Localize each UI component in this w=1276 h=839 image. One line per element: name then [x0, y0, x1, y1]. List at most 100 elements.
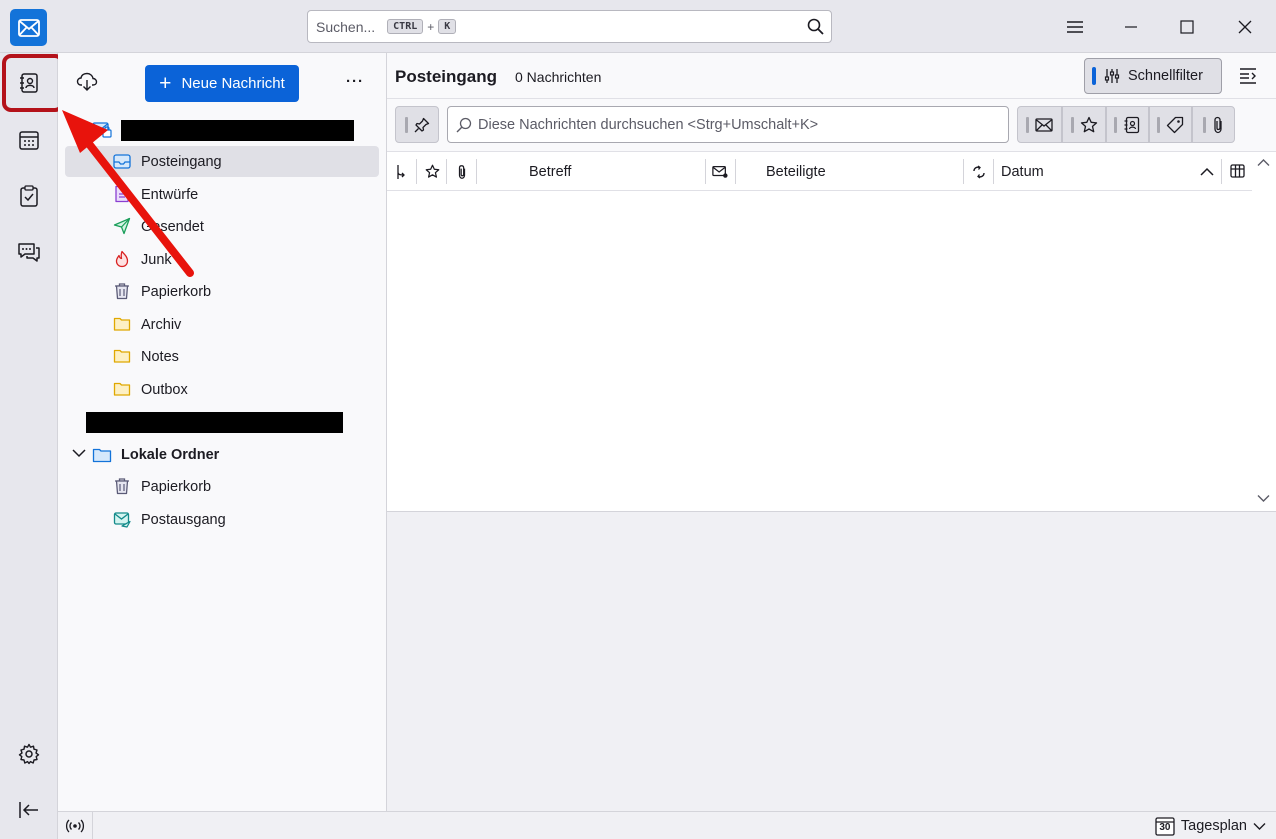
title-bar: Suchen... CTRL + K: [0, 0, 1276, 53]
calendar-icon: [19, 131, 39, 150]
minimize-icon: [1125, 25, 1137, 28]
folder-pane: + Neue Nachricht ··· Posteingang Entwürf…: [58, 53, 387, 811]
folder-local-trash[interactable]: Papierkorb: [65, 471, 379, 502]
settings-icon: [18, 743, 40, 765]
calendar-button[interactable]: [8, 119, 50, 161]
filter-search-input[interactable]: [478, 116, 978, 133]
filter-attachment-button[interactable]: [1192, 106, 1235, 143]
toggle-indicator: [1092, 67, 1096, 85]
chat-button[interactable]: [8, 231, 50, 273]
online-status-icon[interactable]: [65, 818, 85, 834]
star-icon: [1080, 116, 1097, 132]
trash-icon: [115, 478, 129, 495]
filter-tags-button[interactable]: [1149, 106, 1192, 143]
folder-label: Papierkorb: [141, 283, 212, 300]
sticky-filter-button[interactable]: [395, 106, 439, 143]
new-message-button[interactable]: + Neue Nachricht: [145, 65, 299, 102]
column-picker-button[interactable]: [1230, 152, 1245, 191]
column-header-row: Betreff Beteiligte Datum: [387, 152, 1252, 191]
folder-sent[interactable]: Gesendet: [65, 211, 379, 242]
collapse-spaces-button[interactable]: [8, 789, 50, 831]
display-options-icon: [1240, 68, 1256, 84]
local-folders-icon: [92, 446, 112, 464]
filter-starred-button[interactable]: [1062, 106, 1106, 143]
app-menu-button[interactable]: [1047, 0, 1103, 53]
correspondents-column-header[interactable]: Beteiligte: [766, 152, 826, 191]
thread-column-header[interactable]: [395, 152, 409, 191]
folder-drafts[interactable]: Entwürfe: [65, 179, 379, 210]
collapse-icon: [19, 802, 38, 818]
search-icon[interactable]: [807, 18, 824, 35]
chevron-down-icon[interactable]: [72, 448, 86, 458]
quick-filter-button[interactable]: Schnellfilter: [1084, 58, 1222, 94]
unread-mail-icon: [1035, 117, 1053, 132]
paperclip-icon: [458, 164, 466, 179]
folder-title: Posteingang: [395, 67, 498, 86]
today-pane-label: Tagesplan: [1180, 818, 1247, 834]
subject-column-header[interactable]: Betreff: [529, 152, 571, 191]
global-search-input[interactable]: Suchen... CTRL + K: [307, 10, 832, 43]
status-bar: 30 Tagesplan: [58, 811, 1276, 839]
close-icon: [1238, 20, 1252, 33]
scroll-up-icon: [1257, 159, 1270, 166]
trash-icon: [115, 283, 129, 300]
junk-status-column-header[interactable]: [972, 152, 986, 191]
sort-ascending-icon[interactable]: [1200, 152, 1214, 191]
starred-column-header[interactable]: [425, 152, 440, 191]
settings-button[interactable]: [8, 733, 50, 775]
minimize-button[interactable]: [1103, 0, 1159, 53]
folder-label: Junk: [141, 251, 172, 268]
folder-inbox[interactable]: Posteingang: [65, 146, 379, 177]
hamburger-icon: [1067, 20, 1083, 33]
quick-filter-bar: [387, 99, 1276, 152]
calendar-day-icon: 30: [1155, 816, 1175, 836]
unread-column-header[interactable]: [712, 152, 728, 191]
maximize-button[interactable]: [1159, 0, 1215, 53]
column-picker-icon: [1230, 164, 1245, 178]
pin-icon: [414, 117, 429, 132]
message-preview-pane: [387, 511, 1276, 811]
cloud-download-icon: [76, 72, 98, 91]
filter-contact-button[interactable]: [1106, 106, 1149, 143]
folder-icon: [113, 349, 131, 363]
spaces-toolbar: [0, 53, 58, 839]
outbox-icon: [113, 512, 131, 528]
attachment-column-header[interactable]: [457, 152, 467, 191]
filter-unread-button[interactable]: [1017, 106, 1062, 143]
calendar-day-number: 30: [1159, 822, 1171, 833]
thread-pane-header: Posteingang 0 Nachrichten Schnellfilter: [387, 53, 1276, 99]
today-pane-toggle[interactable]: 30 Tagesplan: [1155, 816, 1266, 836]
folder-label: Archiv: [141, 316, 182, 333]
folder-junk[interactable]: Junk: [65, 244, 379, 275]
display-options-button[interactable]: [1239, 68, 1257, 84]
quick-filter-label: Schnellfilter: [1128, 68, 1203, 84]
folder-label: Entwürfe: [141, 186, 199, 203]
chat-icon: [18, 243, 40, 262]
filter-search-field[interactable]: [447, 106, 1009, 143]
thread-icon: [397, 164, 405, 179]
folder-trash[interactable]: Papierkorb: [65, 276, 379, 307]
folder-outbox[interactable]: Outbox: [65, 374, 379, 405]
tasks-icon: [20, 185, 38, 207]
folder-notes[interactable]: Notes: [65, 341, 379, 372]
local-folders-label[interactable]: Lokale Ordner: [121, 447, 219, 463]
thread-scrollbar[interactable]: [1252, 152, 1276, 511]
tag-icon: [1166, 116, 1184, 133]
folder-pane-menu-button[interactable]: ···: [346, 73, 364, 90]
junk-icon: [115, 250, 129, 268]
folder-label: Gesendet: [141, 218, 204, 235]
folder-icon: [113, 317, 131, 331]
scroll-down-icon: [1257, 495, 1270, 502]
close-button[interactable]: [1217, 0, 1273, 53]
date-column-header[interactable]: Datum: [1001, 152, 1044, 191]
unread-mail-icon: [712, 165, 728, 178]
tasks-button[interactable]: [8, 175, 50, 217]
folder-label: Notes: [141, 348, 179, 365]
message-count: 0 Nachrichten: [515, 69, 602, 85]
shortcut-key-k: K: [438, 19, 457, 34]
get-messages-button[interactable]: [76, 71, 98, 93]
plus-icon: +: [159, 72, 172, 95]
folder-archive[interactable]: Archiv: [65, 309, 379, 340]
folder-local-outbox[interactable]: Postausgang: [65, 504, 379, 535]
mail-icon[interactable]: [10, 9, 47, 46]
